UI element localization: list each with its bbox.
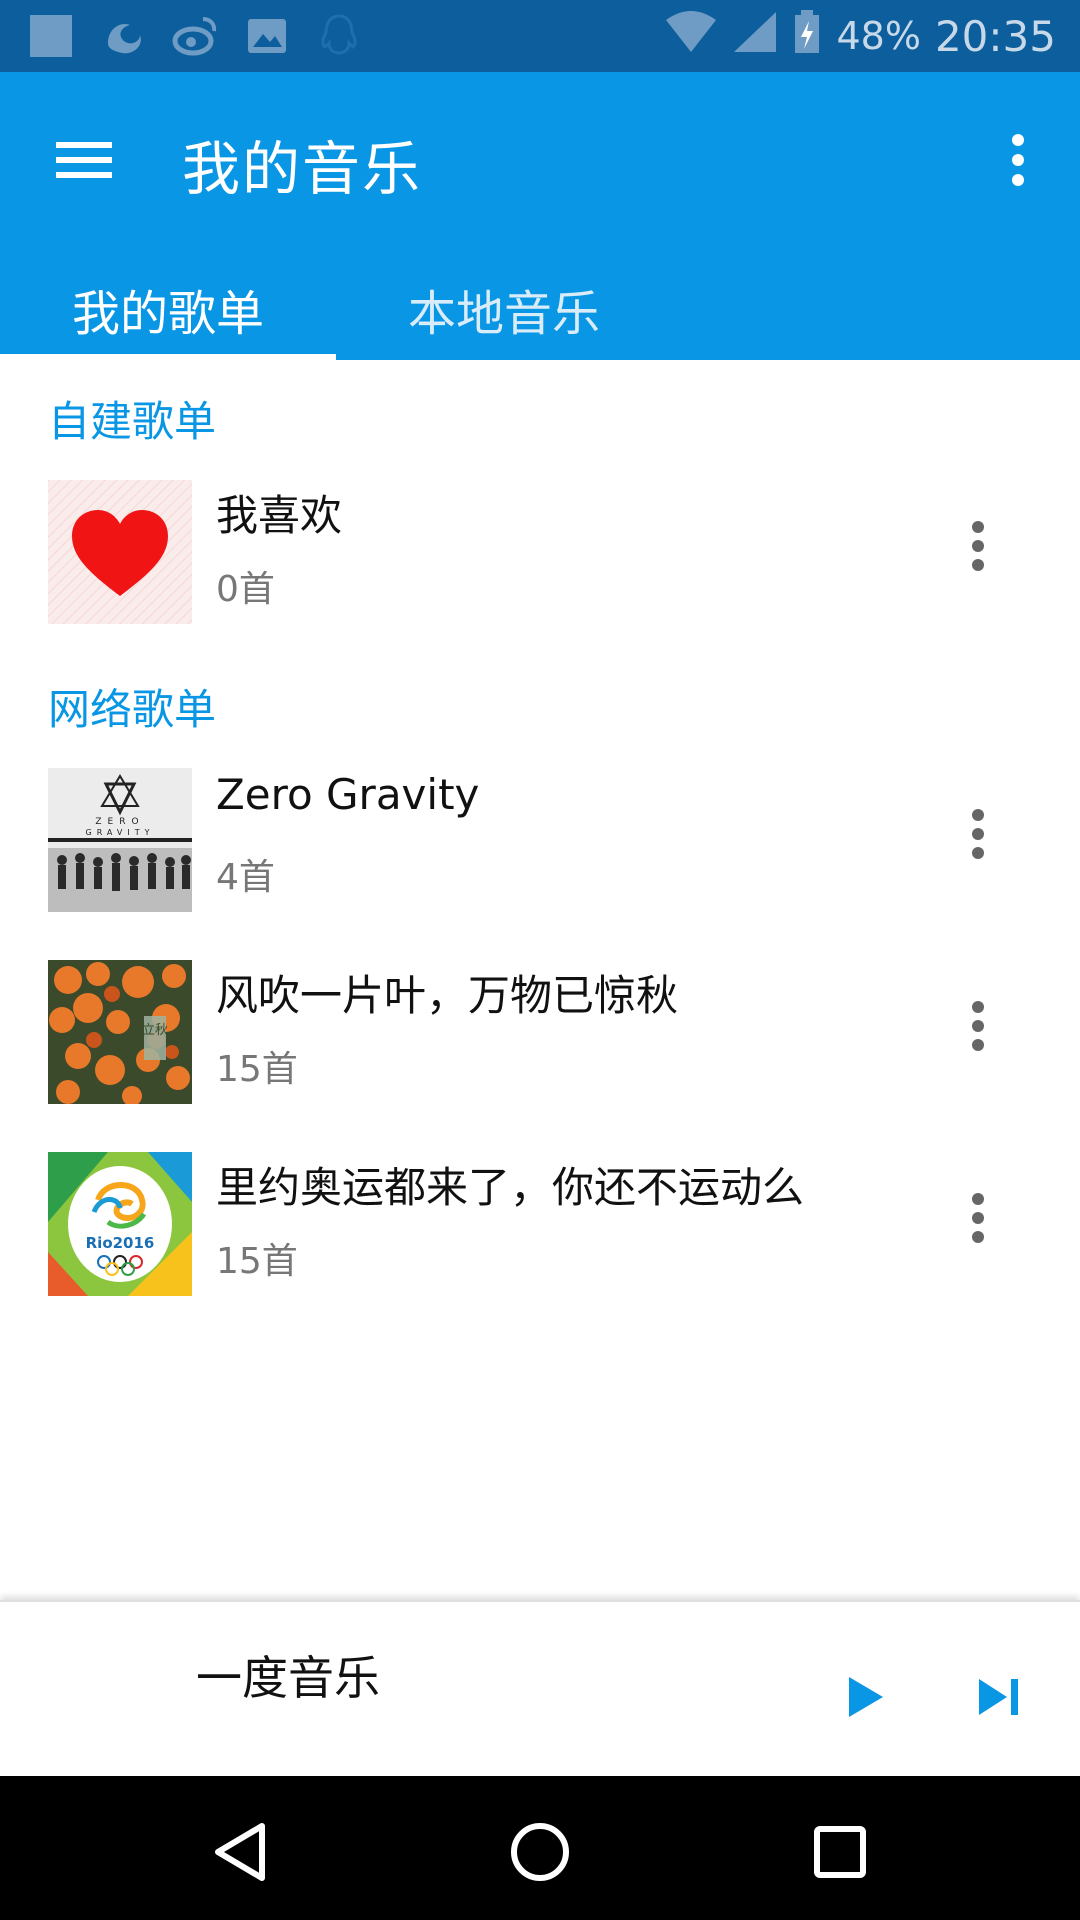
more-vert-icon[interactable] xyxy=(948,506,1008,586)
wifi-icon xyxy=(664,10,718,63)
section-header-custom: 自建歌单 xyxy=(48,397,217,446)
notification-icons xyxy=(26,10,364,62)
status-bar: 48% 20:35 xyxy=(0,0,1080,72)
playlist-title: 我喜欢 xyxy=(216,491,343,540)
tab-local-music[interactable]: 本地音乐 xyxy=(336,268,672,360)
playlist-row-rio[interactable]: Rio2016 里约奥运都来了，你还不运动么 15首 xyxy=(0,1138,1080,1298)
autumn-leaves-cover: 立秋 xyxy=(48,960,192,1104)
playlist-row-zero-gravity[interactable]: ZERO GRAVITY Zero Gravity 4首 xyxy=(0,754,1080,914)
playlist-count: 0首 xyxy=(216,569,275,610)
battery-percent: 48% xyxy=(836,14,921,58)
system-status: 48% 20:35 xyxy=(664,9,1056,64)
signal-icon xyxy=(732,10,778,63)
recents-icon[interactable] xyxy=(800,1812,880,1892)
play-icon[interactable] xyxy=(830,1662,900,1732)
weibo-icon xyxy=(170,11,220,61)
now-playing-title: 一度音乐 xyxy=(196,1651,380,1705)
playlist-title: 里约奥运都来了，你还不运动么 xyxy=(216,1163,805,1212)
playlist-row-autumn[interactable]: 立秋 风吹一片叶，万物已惊秋 15首 xyxy=(0,946,1080,1106)
tab-my-playlists[interactable]: 我的歌单 xyxy=(0,268,336,360)
playlist-count: 15首 xyxy=(216,1241,298,1282)
playlist-count: 15首 xyxy=(216,1049,298,1090)
zero-gravity-cover: ZERO GRAVITY xyxy=(48,768,192,912)
playlist-count: 4首 xyxy=(216,857,275,898)
section-header-online: 网络歌单 xyxy=(48,685,217,734)
rio-2016-cover: Rio2016 xyxy=(48,1152,192,1296)
clock: 20:35 xyxy=(934,11,1056,61)
mini-player[interactable]: 一度音乐 xyxy=(0,1600,1080,1776)
page-title: 我的音乐 xyxy=(182,135,423,203)
back-icon[interactable] xyxy=(200,1812,280,1892)
svg-text:ZERO: ZERO xyxy=(95,817,144,827)
battery-charging-icon xyxy=(792,9,822,64)
tab-bar: 我的歌单 本地音乐 xyxy=(0,268,1080,360)
more-vert-icon[interactable] xyxy=(948,986,1008,1066)
playlist-title: Zero Gravity xyxy=(216,770,480,819)
svg-text:Rio2016: Rio2016 xyxy=(86,1234,155,1252)
playlist-row-favorites[interactable]: 我喜欢 0首 xyxy=(0,466,1080,626)
image-icon xyxy=(242,11,292,61)
qq-icon xyxy=(314,11,364,61)
hamburger-menu-icon[interactable] xyxy=(48,124,120,196)
more-vert-icon[interactable] xyxy=(982,124,1054,196)
app-bar: 我的音乐 我的歌单 本地音乐 xyxy=(0,72,1080,360)
app-icon xyxy=(26,11,76,61)
more-vert-icon[interactable] xyxy=(948,794,1008,874)
heart-cover xyxy=(48,480,192,624)
svg-text:立秋: 立秋 xyxy=(142,1023,168,1038)
skip-next-icon[interactable] xyxy=(964,1662,1034,1732)
more-vert-icon[interactable] xyxy=(948,1178,1008,1258)
system-nav-bar xyxy=(0,1776,1080,1920)
svg-text:GRAVITY: GRAVITY xyxy=(86,828,155,837)
home-icon[interactable] xyxy=(500,1812,580,1892)
playlist-title: 风吹一片叶，万物已惊秋 xyxy=(216,971,679,1020)
uc-browser-icon xyxy=(98,11,148,61)
